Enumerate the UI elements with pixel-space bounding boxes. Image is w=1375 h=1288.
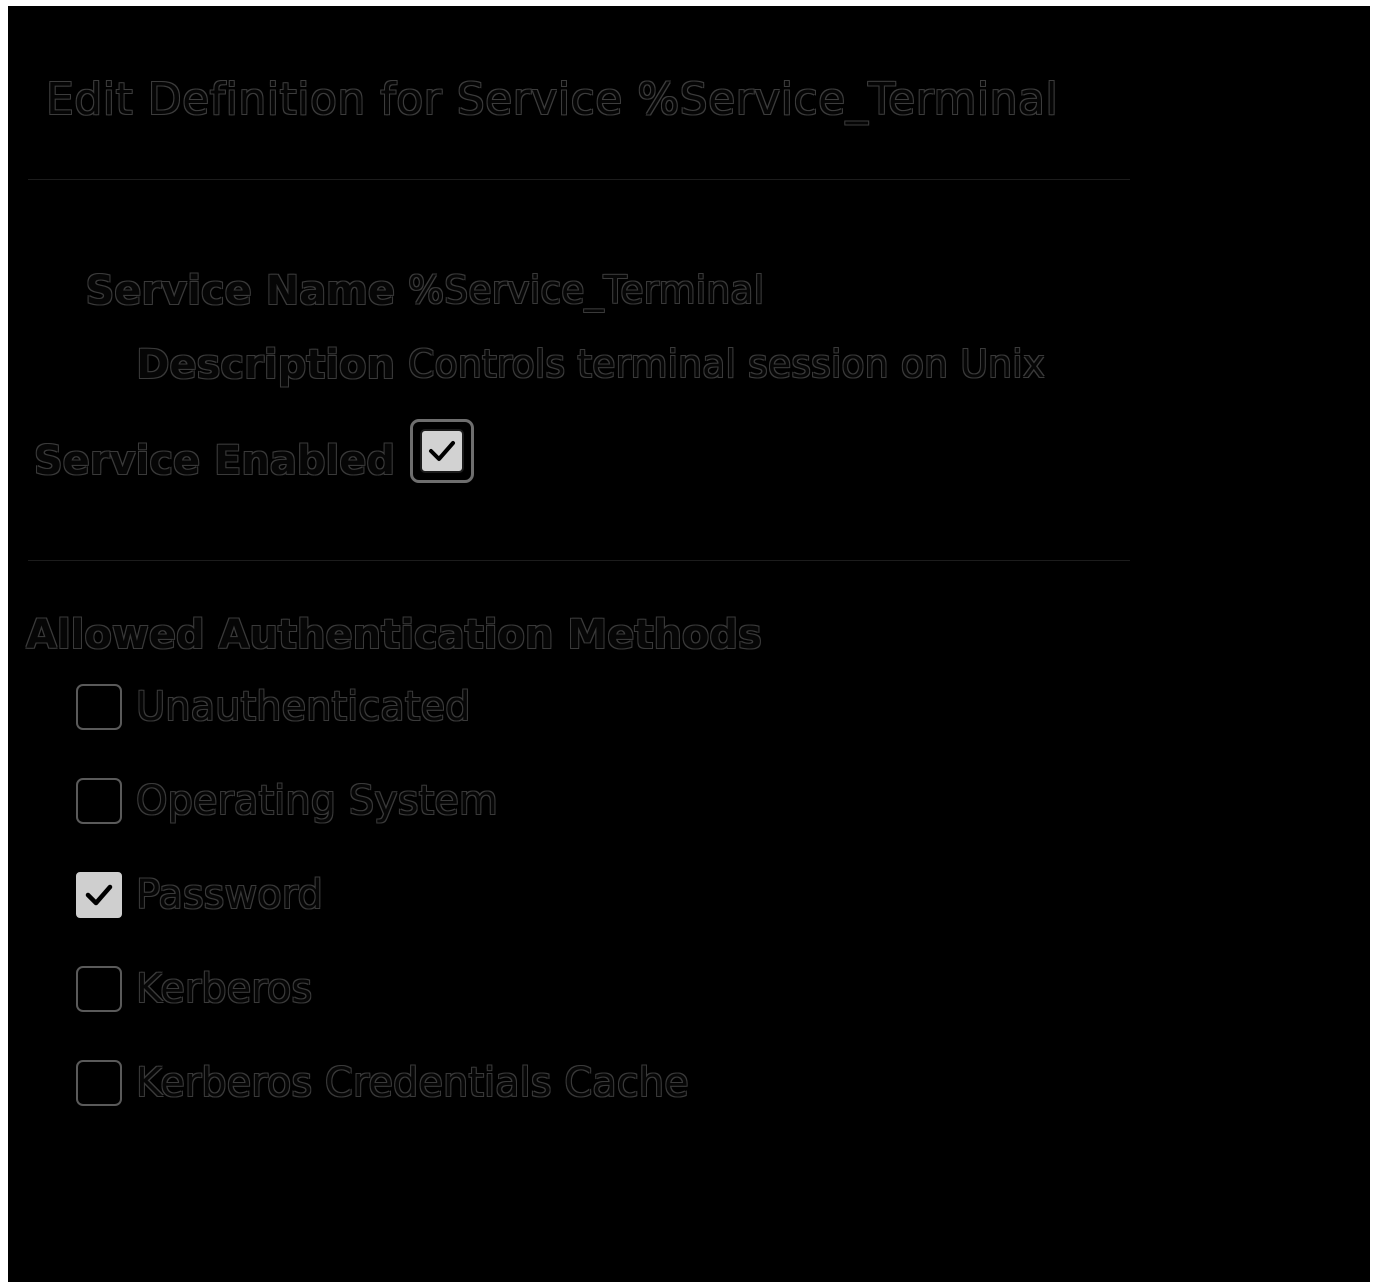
auth-method-unauthenticated[interactable]: Unauthenticated bbox=[76, 678, 689, 772]
service-enabled-checkbox[interactable] bbox=[410, 419, 474, 483]
service-name-label: Service Name bbox=[85, 268, 396, 314]
auth-method-password[interactable]: Password bbox=[76, 866, 689, 960]
description-label: Description bbox=[136, 342, 395, 388]
auth-method-checkbox[interactable] bbox=[76, 778, 122, 824]
auth-method-checkbox[interactable] bbox=[76, 966, 122, 1012]
auth-method-checkbox[interactable] bbox=[76, 684, 122, 730]
auth-method-operating-system[interactable]: Operating System bbox=[76, 772, 689, 866]
auth-method-kerberos-credentials-cache[interactable]: Kerberos Credentials Cache bbox=[76, 1054, 689, 1148]
auth-method-label: Kerberos Credentials Cache bbox=[136, 1060, 689, 1106]
check-icon bbox=[429, 441, 455, 461]
check-icon bbox=[85, 884, 113, 906]
service-enabled-label: Service Enabled bbox=[33, 438, 395, 484]
service-enabled-checkbox-fill bbox=[420, 429, 464, 473]
header-divider bbox=[28, 179, 1130, 180]
auth-method-checkbox[interactable] bbox=[76, 872, 122, 918]
auth-methods-heading: Allowed Authentication Methods bbox=[26, 612, 762, 658]
section-divider bbox=[28, 560, 1130, 561]
auth-methods-list: Unauthenticated Operating System Passwor… bbox=[76, 678, 689, 1148]
auth-method-checkbox[interactable] bbox=[76, 1060, 122, 1106]
auth-method-label: Unauthenticated bbox=[136, 684, 471, 730]
auth-method-label: Operating System bbox=[136, 778, 498, 824]
auth-method-kerberos[interactable]: Kerberos bbox=[76, 960, 689, 1054]
page-title: Edit Definition for Service %Service_Ter… bbox=[46, 74, 1059, 125]
description-value: Controls terminal session on Unix bbox=[408, 342, 1046, 386]
auth-method-label: Kerberos bbox=[136, 966, 313, 1012]
service-name-value: %Service_Terminal bbox=[408, 268, 765, 312]
auth-method-label: Password bbox=[136, 872, 323, 918]
service-definition-panel: Edit Definition for Service %Service_Ter… bbox=[8, 6, 1370, 1282]
